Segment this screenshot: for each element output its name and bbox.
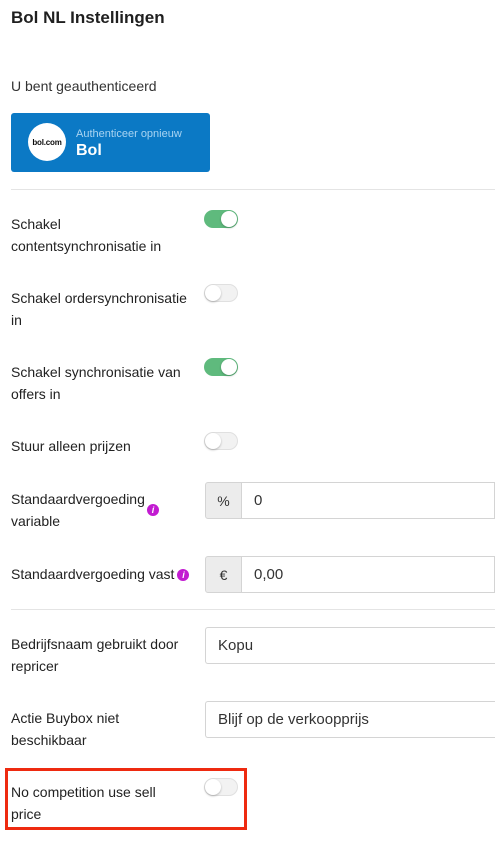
toggle-knob <box>205 433 221 449</box>
variable-fee-input-group: % <box>205 482 495 519</box>
buybox-action-label: Actie Buybox niet beschikbaar <box>11 710 120 748</box>
content-sync-toggle[interactable] <box>204 210 238 228</box>
fixed-fee-input-group: € <box>205 556 495 593</box>
company-name-input[interactable] <box>205 627 495 664</box>
settings-page: Bol NL Instellingen U bent geauthenticee… <box>0 0 495 853</box>
toggle-knob <box>205 285 221 301</box>
reauthenticate-label: Authenticeer opnieuw <box>76 128 182 140</box>
variable-fee-label-text: Standaardvergoeding variable <box>11 491 145 529</box>
info-icon[interactable]: i <box>177 569 190 582</box>
euro-addon: € <box>205 556 242 593</box>
buybox-action-select[interactable]: Blijf op de verkoopprijs <box>205 701 495 738</box>
variable-fee-input[interactable] <box>242 482 495 519</box>
fixed-fee-input[interactable] <box>242 556 495 593</box>
fixed-fee-label: Standaardvergoeding vast i <box>11 563 201 585</box>
page-title: Bol NL Instellingen <box>11 8 165 27</box>
offers-sync-label: Schakel synchronisatie van offers in <box>11 364 181 402</box>
company-name-label: Bedrijfsnaam gebruikt door repricer <box>11 636 179 674</box>
prices-only-toggle[interactable] <box>204 432 238 450</box>
auth-status-text: U bent geauthenticeerd <box>11 78 157 94</box>
toggle-knob <box>221 211 237 227</box>
fixed-fee-label-text: Standaardvergoeding vast <box>11 566 175 582</box>
variable-fee-label: Standaardvergoeding variable i <box>11 488 161 532</box>
offers-sync-toggle[interactable] <box>204 358 238 376</box>
content-sync-label: Schakel contentsynchronisatie in <box>11 216 162 254</box>
reauthenticate-button[interactable]: bol.com Authenticeer opnieuw Bol <box>11 113 210 172</box>
bol-logo-icon: bol.com <box>28 123 66 161</box>
highlight-box <box>5 768 247 830</box>
bol-label: Bol <box>76 142 102 159</box>
divider <box>11 189 495 190</box>
percent-addon: % <box>205 482 242 519</box>
divider <box>11 609 495 610</box>
order-sync-label: Schakel ordersynchronisatie in <box>11 290 187 328</box>
order-sync-toggle[interactable] <box>204 284 238 302</box>
prices-only-label: Stuur alleen prijzen <box>11 438 131 454</box>
info-icon[interactable]: i <box>147 504 159 516</box>
toggle-knob <box>221 359 237 375</box>
